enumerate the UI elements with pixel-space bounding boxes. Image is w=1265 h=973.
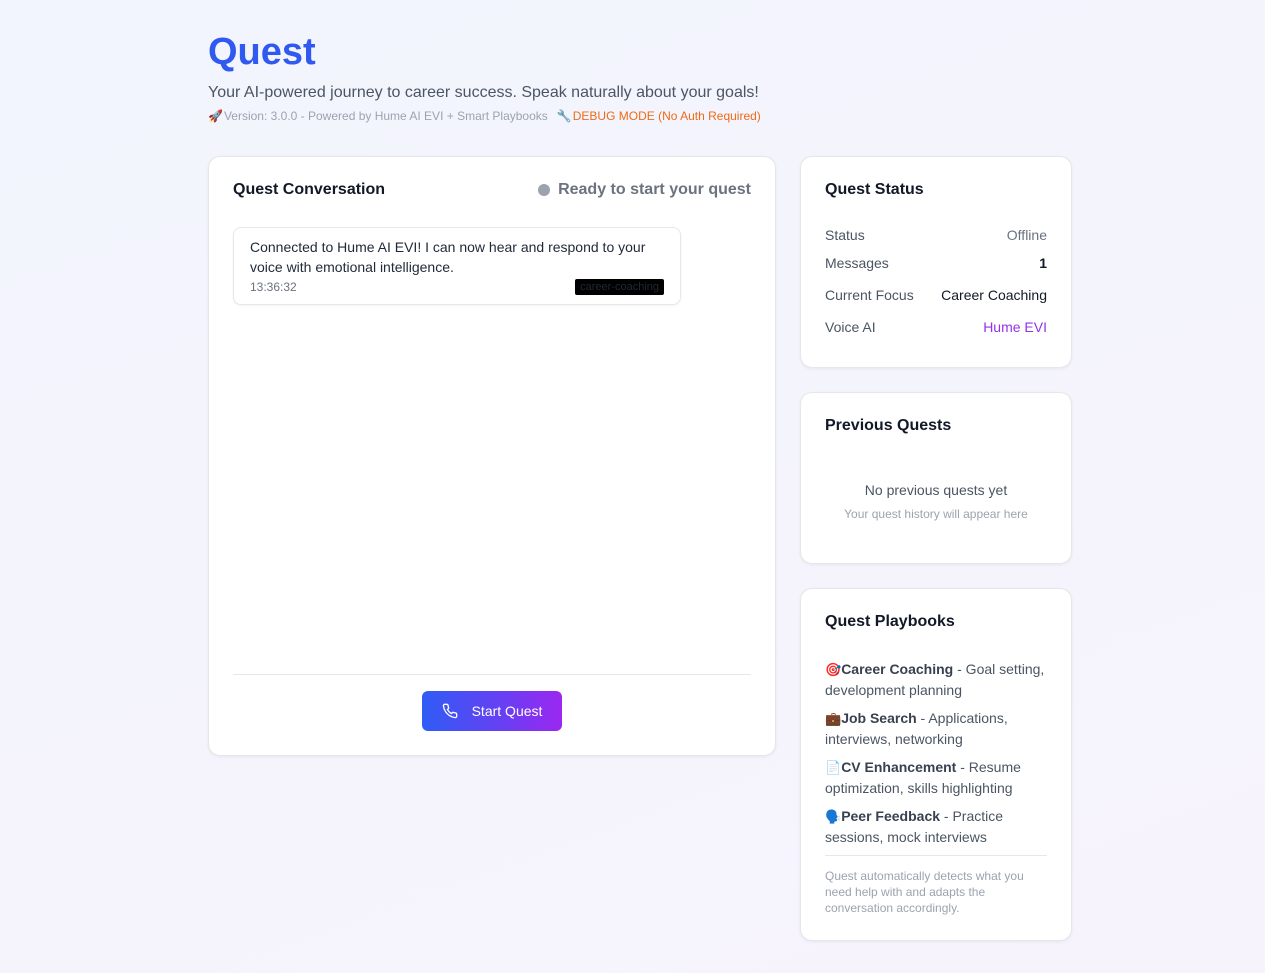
playbook-name: Peer Feedback [841,808,941,824]
phone-icon [442,703,458,719]
speaking-head-icon: 🗣️ [825,809,842,824]
message-timestamp: 13:36:32 [250,280,297,294]
version-text: Version: 3.0.0 - Powered by Hume AI EVI … [223,109,548,123]
status-row-status: Status Offline [825,223,1047,247]
start-quest-button[interactable]: Start Quest [422,691,562,731]
previous-quests-panel: Previous Quests No previous quests yet Y… [800,392,1072,564]
connection-status: Ready to start your quest [538,181,751,199]
wrench-icon: 🔧 [556,109,572,123]
voice-ai-label: Voice AI [825,319,876,335]
start-quest-label: Start Quest [471,703,543,719]
chat-message: Connected to Hume AI EVI! I can now hear… [233,227,681,305]
playbook-item-career-coaching: 🎯Career Coaching - Goal setting, develop… [825,659,1047,700]
playbook-name: Job Search [841,710,917,726]
conversation-title: Quest Conversation [233,181,386,198]
status-label: Status [825,227,865,243]
previous-quests-empty-state: No previous quests yet Your quest histor… [825,480,1047,522]
document-icon: 📄 [825,760,842,775]
playbook-name: Career Coaching [841,661,954,677]
current-focus-label: Current Focus [825,287,914,303]
target-icon: 🎯 [825,662,842,677]
playbook-list: 🎯Career Coaching - Goal setting, develop… [825,659,1047,855]
page-tagline: Your AI-powered journey to career succes… [208,84,759,101]
empty-state-message: No previous quests yet [864,482,1008,498]
message-footer: 13:36:32 career-coaching [250,279,664,295]
page-header: Quest Your AI-powered journey to career … [208,30,761,124]
playbook-item-cv-enhancement: 📄CV Enhancement - Resume optimization, s… [825,757,1047,798]
playbooks-note: Quest automatically detects what you nee… [825,869,1024,915]
quest-playbooks-panel: Quest Playbooks 🎯Career Coaching - Goal … [800,588,1072,941]
playbook-name: CV Enhancement [841,759,957,775]
conversation-divider [233,674,751,675]
empty-state-hint: Your quest history will appear here [844,507,1028,521]
playbook-item-job-search: 💼Job Search - Applications, interviews, … [825,708,1047,749]
message-text: Connected to Hume AI EVI! I can now hear… [250,239,646,275]
message-playbook-tag: career-coaching [575,279,664,295]
status-value: Offline [1006,227,1047,243]
rocket-icon: 🚀 [208,109,223,123]
debug-mode-label: DEBUG MODE (No Auth Required) [572,109,761,123]
briefcase-icon: 💼 [825,711,842,726]
quest-status-title: Quest Status [825,181,924,198]
quest-status-panel: Quest Status Status Offline Messages 1 C… [800,156,1072,368]
current-focus-value: Career Coaching [941,287,1047,303]
conversation-header: Quest Conversation Ready to start your q… [233,179,751,201]
previous-quests-title: Previous Quests [825,417,952,434]
messages-count: 1 [1039,255,1047,271]
status-row-messages: Messages 1 [825,247,1047,279]
messages-label: Messages [825,255,889,271]
playbook-item-peer-feedback: 🗣️Peer Feedback - Practice sessions, moc… [825,806,1047,847]
status-row-voice-ai: Voice AI Hume EVI [825,311,1047,343]
quest-playbooks-title: Quest Playbooks [825,613,955,630]
playbooks-divider [825,855,1047,856]
status-list: Status Offline Messages 1 Current Focus … [825,227,1047,343]
conversation-panel: Quest Conversation Ready to start your q… [208,156,776,756]
page-title: Quest [208,31,316,73]
version-line: 🚀 Version: 3.0.0 - Powered by Hume AI EV… [208,108,761,124]
voice-ai-value: Hume EVI [983,319,1047,335]
connection-status-text: Ready to start your quest [558,181,751,198]
status-row-current-focus: Current Focus Career Coaching [825,279,1047,311]
status-dot-icon [538,184,551,196]
